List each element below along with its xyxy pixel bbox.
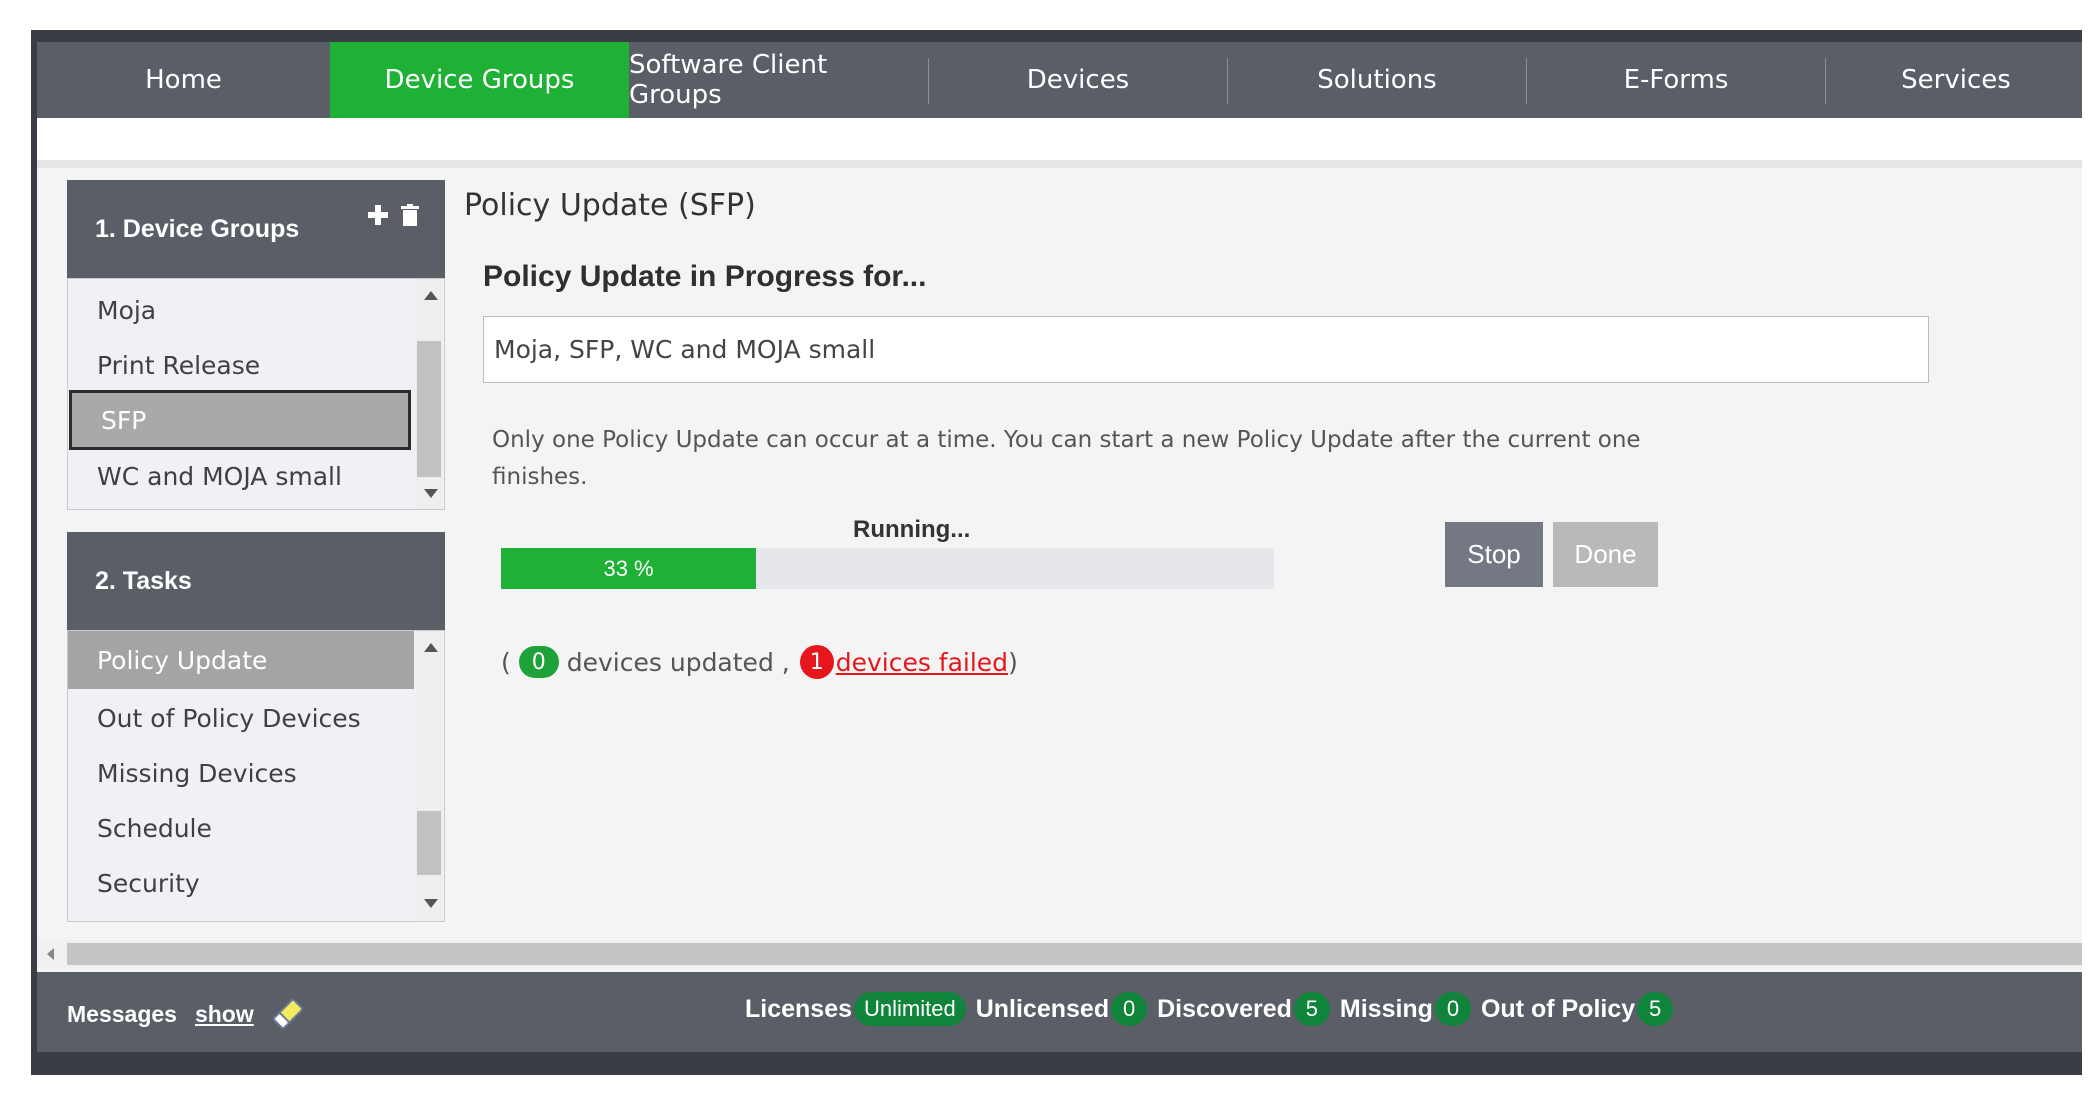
failed-count-badge: 1 — [799, 645, 834, 679]
messages-show-link[interactable]: show — [195, 1001, 254, 1028]
devices-failed-link[interactable]: devices failed — [836, 648, 1008, 677]
out-of-policy-badge: 5 — [1637, 992, 1674, 1026]
unlicensed-badge: 0 — [1111, 992, 1148, 1026]
updated-count-badge: 0 — [518, 646, 559, 678]
tab-software-client-groups[interactable]: Software Client Groups — [629, 42, 928, 118]
scroll-down-icon[interactable] — [424, 489, 438, 498]
device-groups-actions — [367, 204, 419, 233]
task-item[interactable]: Schedule — [68, 803, 414, 853]
status-text: Running... — [853, 516, 971, 543]
updated-text: devices updated , — [566, 647, 790, 677]
open-paren: ( — [501, 647, 511, 677]
horizontal-scrollbar[interactable] — [37, 940, 2082, 968]
tab-services[interactable]: Services — [1826, 42, 2082, 118]
info-text: Only one Policy Update can occur at a ti… — [492, 427, 1641, 490]
sub-nav-bar — [37, 118, 2082, 162]
tasks-scrollbar[interactable] — [416, 631, 442, 921]
tab-devices[interactable]: Devices — [929, 42, 1227, 118]
tasks-header: 2. Tasks — [67, 532, 445, 630]
progress-label: 33 % — [603, 555, 654, 581]
discovered-label: Discovered — [1157, 994, 1292, 1023]
scroll-up-icon[interactable] — [424, 643, 438, 652]
device-groups-title: 1. Device Groups — [95, 214, 300, 243]
scroll-left-icon[interactable] — [47, 948, 54, 960]
target-groups-field: Moja, SFP, WC and MOJA small — [483, 316, 1929, 383]
eraser-icon[interactable] — [270, 996, 306, 1032]
scroll-down-icon[interactable] — [424, 899, 438, 908]
licenses-label: Licenses — [745, 994, 853, 1023]
task-item[interactable]: Security — [68, 858, 414, 908]
task-item[interactable]: Out of Policy Devices — [68, 693, 414, 743]
scroll-up-icon[interactable] — [424, 291, 438, 300]
progress-bar-fill: 33 % — [501, 548, 757, 589]
done-button[interactable]: Done — [1553, 522, 1658, 587]
app-window: Home Device Groups Software Client Group… — [31, 30, 2082, 1075]
window-frame — [31, 30, 37, 1075]
device-group-item-selected[interactable]: SFP — [69, 390, 411, 450]
progress-heading: Policy Update in Progress for... — [483, 260, 927, 293]
device-group-item[interactable]: Moja — [68, 285, 414, 335]
licenses-badge: Unlimited — [854, 992, 966, 1026]
horizontal-scroll-thumb[interactable] — [67, 943, 2082, 965]
plus-icon[interactable] — [367, 204, 389, 233]
update-counts: ( 0 devices updated , 1 devices failed ) — [501, 642, 1018, 682]
device-groups-scroll-thumb[interactable] — [417, 341, 441, 477]
progress-bar: 33 % — [501, 548, 1274, 589]
out-of-policy-label: Out of Policy — [1480, 994, 1636, 1023]
task-item[interactable]: Missing Devices — [68, 748, 414, 798]
device-groups-header: 1. Device Groups — [67, 180, 445, 278]
missing-label: Missing — [1339, 994, 1433, 1023]
task-item-selected[interactable]: Policy Update — [68, 631, 414, 689]
device-groups-list: Moja Print Release SFP WC and MOJA small — [67, 278, 445, 510]
bottom-frame — [37, 1052, 2082, 1075]
top-nav: Home Device Groups Software Client Group… — [37, 30, 2082, 118]
trash-icon[interactable] — [401, 204, 419, 233]
discovered-badge: 5 — [1293, 992, 1330, 1026]
messages-area: Messages show — [67, 996, 306, 1032]
status-bar: Messages show Licenses Unlimited Unlicen… — [37, 972, 2082, 1052]
tasks-list: Policy Update Out of Policy Devices Miss… — [67, 630, 445, 922]
messages-label: Messages — [67, 1000, 177, 1027]
stop-button[interactable]: Stop — [1445, 522, 1543, 587]
tab-device-groups[interactable]: Device Groups — [330, 42, 629, 118]
unlicensed-label: Unlicensed — [975, 994, 1110, 1023]
sub-nav-shadow — [37, 160, 2082, 168]
tab-solutions[interactable]: Solutions — [1228, 42, 1526, 118]
page-title: Policy Update (SFP) — [464, 188, 756, 223]
device-group-item[interactable]: WC and MOJA small — [68, 451, 414, 501]
license-stats: Licenses Unlimited Unlicensed 0 Discover… — [745, 992, 1683, 1026]
tab-e-forms[interactable]: E-Forms — [1527, 42, 1825, 118]
tasks-scroll-thumb[interactable] — [417, 811, 441, 875]
missing-badge: 0 — [1434, 992, 1471, 1026]
close-paren: ) — [1008, 647, 1018, 677]
device-group-item[interactable]: Print Release — [68, 340, 414, 390]
tab-home[interactable]: Home — [37, 42, 330, 118]
tasks-title: 2. Tasks — [95, 566, 192, 595]
